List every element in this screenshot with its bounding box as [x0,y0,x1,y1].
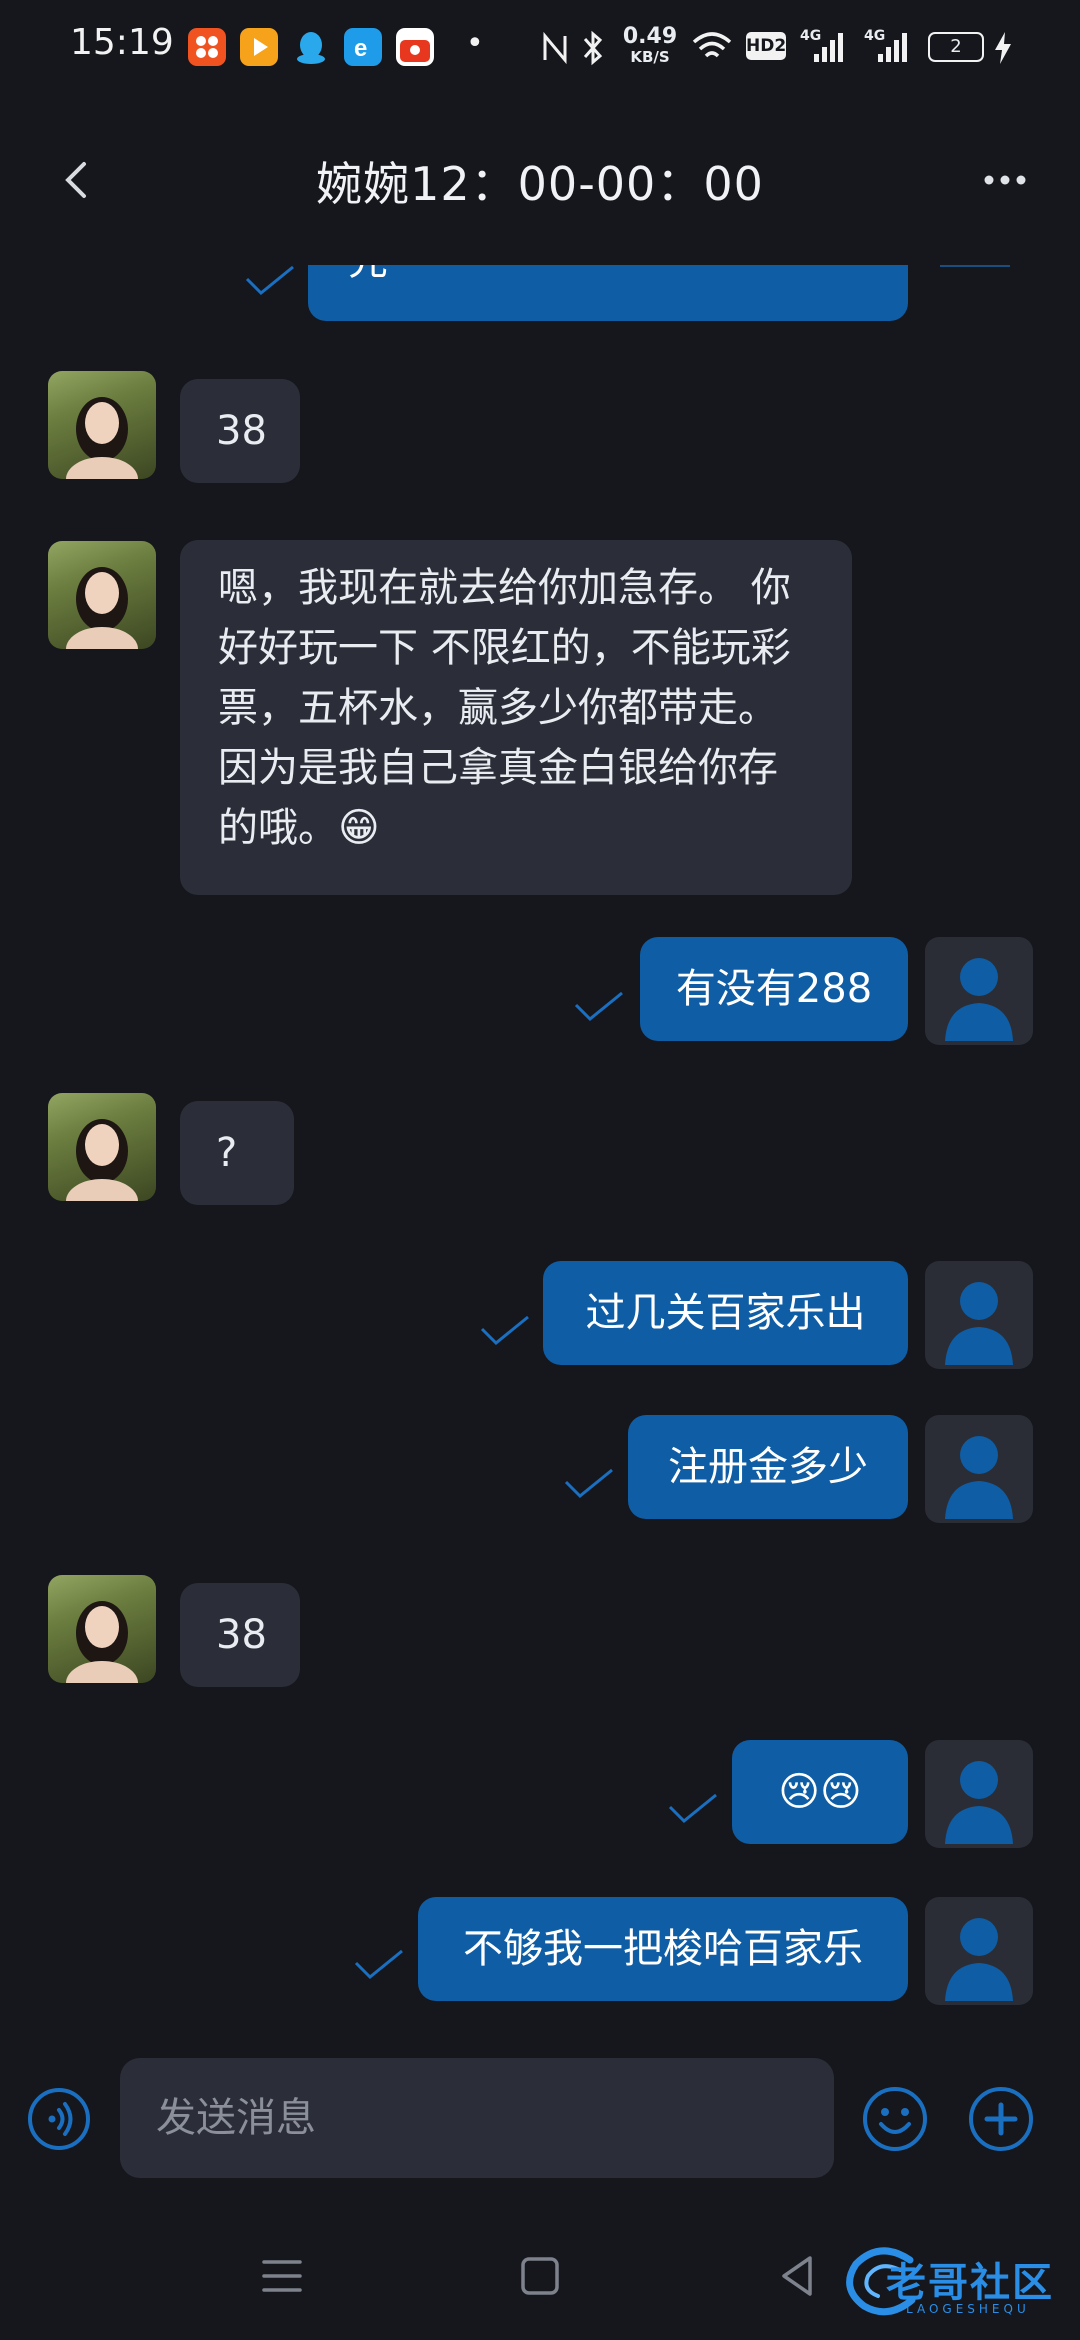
message-line: 因为是我自己拿真金白银给你存 [218,745,778,791]
contact-avatar[interactable] [48,1093,156,1201]
svg-text:e: e [354,35,367,62]
voice-button[interactable] [26,2086,92,2152]
message-line: 票，五杯水，赢多少你都带走。 [218,685,778,731]
plus-circle-icon [969,2087,1033,2151]
message-bubble-outgoing[interactable]: 不够我一把梭哈百家乐 [418,1897,908,2001]
chat-title: 婉婉12：00-00：00 [316,157,764,211]
message-text: 不够我一把梭哈百家乐 [463,1926,863,1972]
message-list[interactable]: 先 38 嗯，我现在就去给你加急存。 你 好好玩一下 不限红的，不能玩彩 票，五… [0,265,1080,2040]
status-dot: • [466,26,484,61]
more-options-button[interactable] [975,160,1035,200]
back-nav-button[interactable] [772,2250,824,2302]
message-text: 38 [216,408,267,454]
emoji-icon [863,2087,927,2151]
browser-e-icon: e [344,28,382,66]
status-bar: 15:19 e • 0.49 KB/S HD2 4G 4G 2 [0,0,1080,95]
user-avatar[interactable] [925,1897,1033,2005]
hd-badge: HD2 [746,32,786,60]
more-dots-icon [984,175,1026,185]
signal-2-label: 4G [864,28,886,44]
read-check-icon [574,991,623,1022]
message-bubble-outgoing[interactable]: 注册金多少 [628,1415,908,1519]
home-square-icon [521,2257,559,2295]
message-text: 😢😢 [778,1769,862,1815]
shopping-app-icon [396,28,434,66]
message-input[interactable] [120,2058,834,2178]
message-bubble-incoming[interactable]: 38 [180,379,300,483]
user-avatar[interactable] [925,1261,1033,1369]
bluetooth-icon [580,30,606,70]
nfc-icon [540,31,570,68]
menu-nav-button[interactable] [256,2250,308,2302]
battery-indicator: 2 [928,32,984,62]
message-text: 先 [348,265,388,284]
read-check-icon [354,1949,403,1980]
message-text: 过几关百家乐出 [585,1290,866,1336]
network-speed-unit: KB/S [630,48,670,66]
message-bubble-incoming[interactable]: 嗯，我现在就去给你加急存。 你 好好玩一下 不限红的，不能玩彩 票，五杯水，赢多… [180,540,852,895]
network-speed-value: 0.49 [622,24,678,49]
battery-level: 2 [950,36,962,57]
message-bubble-outgoing[interactable]: 过几关百家乐出 [543,1261,908,1365]
app-orange-icon [188,28,226,66]
watermark-subtext: LAOGESHEQU [906,2302,1030,2316]
contact-avatar[interactable] [48,541,156,649]
message-bubble-incoming[interactable]: 38 [180,1583,300,1687]
qq-penguin-icon [292,28,330,66]
voice-icon [28,2088,90,2150]
message-bubble-outgoing[interactable]: 有没有288 [640,937,908,1041]
message-line: 的哦。😁 [218,805,380,851]
read-check-icon [564,1468,613,1499]
emoji-button[interactable] [860,2084,930,2154]
home-nav-button[interactable] [514,2250,566,2302]
add-button[interactable] [966,2084,1036,2154]
status-time: 15:19 [70,22,174,63]
message-bubble-outgoing[interactable]: 😢😢 [732,1740,908,1844]
wifi-icon [690,30,734,68]
message-line: 好好玩一下 不限红的，不能玩彩 [218,625,791,671]
message-bubble-incoming[interactable]: ? [180,1101,294,1205]
watermark-text: 老哥社区 [886,2260,1054,2306]
message-text: 注册金多少 [668,1444,868,1490]
user-avatar[interactable] [925,1740,1033,1848]
network-speed: 0.49 KB/S [622,24,678,67]
user-avatar[interactable] [925,937,1033,1045]
message-text: 38 [216,1612,267,1658]
contact-avatar[interactable] [48,1575,156,1683]
read-check-icon [668,1793,717,1824]
video-app-icon [240,28,278,66]
message-bubble-outgoing[interactable]: 先 [308,265,908,321]
message-text: 有没有288 [675,966,873,1012]
signal-1-label: 4G [800,28,822,44]
message-text: ? [216,1130,238,1176]
read-check-icon [480,1315,529,1346]
contact-avatar[interactable] [48,371,156,479]
user-avatar[interactable] [925,1415,1033,1523]
watermark-logo: 老哥社区 LAOGESHEQU [840,2236,1080,2326]
signal-strength-2: 4G [864,28,914,68]
message-line: 嗯，我现在就去给你加急存。 你 [218,565,791,611]
signal-strength-1: 4G [800,28,850,68]
menu-icon [262,2260,302,2292]
back-triangle-icon [782,2256,812,2296]
charging-bolt-icon [992,30,1014,70]
divider [940,265,1010,267]
read-check-icon [245,265,294,296]
